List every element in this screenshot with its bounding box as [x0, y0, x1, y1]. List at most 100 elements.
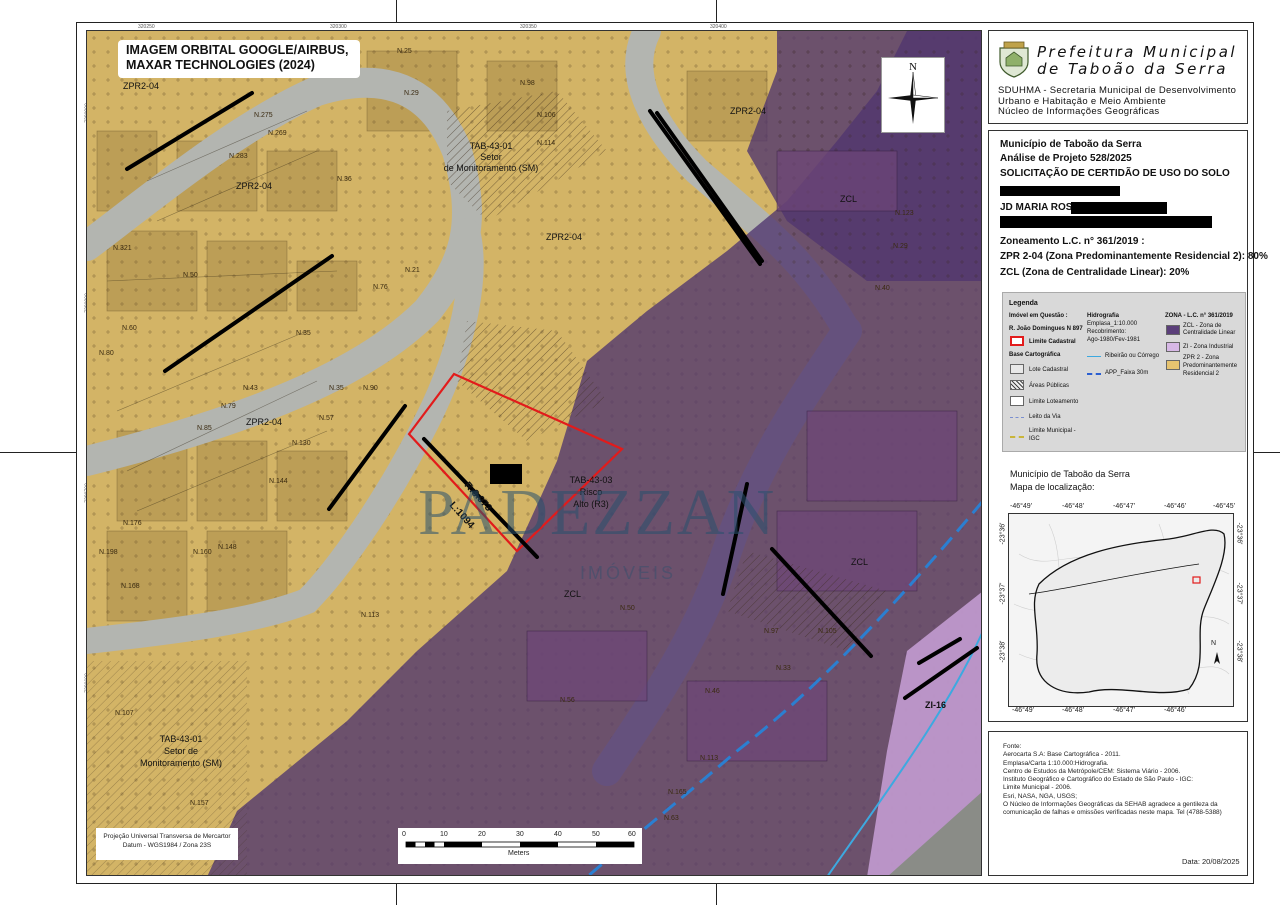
lat-tick: -23°36': [1235, 522, 1243, 545]
lot-number: N.29: [404, 90, 419, 97]
lat-tick: -23°38': [1235, 640, 1243, 663]
legend-label: ZI - Zona Industrial: [1183, 344, 1234, 350]
legend-label: APP_Faixa 30m: [1105, 370, 1149, 376]
lot-number: N.33: [776, 665, 791, 672]
watermark: PADEZZAN: [418, 476, 777, 549]
legend-label: IGC: [1029, 436, 1040, 442]
lon-tick: -46°48': [1062, 707, 1085, 714]
zoning-zpr-share: ZPR 2-04 (Zona Predominantemente Residen…: [1000, 251, 1268, 262]
redaction-block: [1000, 186, 1120, 196]
lot-number: N.36: [337, 176, 352, 183]
lon-tick: -46°46': [1164, 707, 1187, 714]
lot-number: N.113: [361, 612, 380, 619]
lot-number: N.85: [197, 425, 212, 432]
department-info: SDUHMA - Secretaria Municipal de Desenvo…: [998, 85, 1236, 118]
source-line: Instituto Geográfico e Cartográfico do E…: [1003, 776, 1194, 784]
projection-info: Projeção Universal Transversa de Mercart…: [96, 828, 238, 860]
zoning-zcl-share: ZCL (Zona de Centralidade Linear): 20%: [1000, 267, 1190, 278]
source-line: O Núcleo de Informações Geográficas da S…: [1003, 801, 1218, 809]
legend-label: Áreas Públicas: [1029, 383, 1070, 389]
lot-number: N.90: [363, 385, 378, 392]
lot-number: N.57: [319, 415, 334, 422]
lot-number: N.144: [269, 478, 288, 485]
lot-number: N.50: [183, 272, 198, 279]
fold-line: [0, 452, 76, 453]
map-legend: Legenda Imóvel em Questão : R. João Domi…: [1002, 292, 1246, 452]
location-map[interactable]: N: [1008, 513, 1234, 707]
scale-unit: Meters: [508, 850, 530, 857]
lot-number: N.97: [764, 628, 779, 635]
legend-zpr-swatch: [1166, 360, 1180, 370]
source-line: Fonte:: [1003, 743, 1022, 750]
lot-number: N.79: [221, 403, 236, 410]
lot-number: N.113: [700, 755, 719, 762]
map-date: Data: 20/08/2025: [1182, 857, 1240, 866]
legend-stream-line: [1087, 356, 1101, 357]
lat-tick: -23°38': [999, 640, 1007, 663]
project-analysis: Análise de Projeto 528/2025: [1000, 153, 1132, 164]
datum-line: Datum - WGS1984 / Zona 23S: [122, 842, 212, 849]
lot-number: N.165: [668, 789, 687, 796]
title-line: Prefeitura Municipal: [1037, 43, 1238, 61]
lon-tick: -46°49': [1010, 503, 1033, 510]
location-subtitle: Mapa de localização:: [1010, 482, 1095, 492]
zoning-law: Zoneamento L.C. n° 361/2019 :: [1000, 236, 1145, 247]
legend-label: Centralidade Linear: [1183, 330, 1236, 336]
legend-title: Legenda: [1009, 300, 1038, 307]
sector-name: de Monitoramento (SM): [443, 163, 539, 173]
sector-type: Setor de: [163, 746, 199, 756]
scale-bar: 0 10 20 30 40 50 60 Meters: [398, 828, 642, 864]
location-north-label: N: [1211, 640, 1217, 647]
lot-number: N.283: [229, 153, 248, 160]
source-line: Esri, NASA, NGA, USGS;: [1003, 792, 1078, 800]
fold-line: [716, 0, 717, 22]
legend-label: ZPR 2 - Zona: [1183, 355, 1220, 361]
lot-number: N.198: [99, 549, 118, 556]
legend-hydro-coverage: Recobrimento:: [1087, 329, 1127, 335]
north-arrow: N: [881, 57, 945, 133]
source-line: Limite Municipal - 2006.: [1003, 784, 1072, 792]
sector-label-bottom: TAB-43-01 Setor de Monitoramento (SM): [126, 733, 236, 769]
zone-label: ZPR2-04: [236, 181, 273, 191]
lot-number: N.35: [296, 330, 311, 337]
municipality-title: Prefeitura Municipal de Taboão da Serra: [1037, 44, 1237, 78]
watermark-subtitle: IMÓVEIS: [580, 563, 677, 583]
lot-number: N.130: [292, 440, 311, 447]
lon-tick: -46°48': [1062, 503, 1085, 510]
legend-label: Ribeirão ou Córrego: [1105, 353, 1160, 359]
lot-number: N.275: [254, 112, 273, 119]
compass-rose-icon: [888, 71, 939, 124]
sector-code: TAB-43-01: [159, 734, 203, 744]
lot-number: N.50: [620, 605, 635, 612]
legend-hydro-source: Emplasa_1:10.000: [1087, 321, 1138, 327]
legend-label: Lote Cadastral: [1029, 367, 1069, 373]
lot-number: N.148: [218, 544, 237, 551]
legend-subdivision-swatch: [1010, 396, 1024, 406]
zone-label: ZI-16: [925, 700, 947, 710]
lon-tick: -46°47': [1113, 707, 1136, 714]
scale-tick: 20: [478, 831, 486, 838]
zone-label: ZPR2-04: [730, 106, 767, 116]
legend-property-heading: Imóvel em Questão :: [1009, 313, 1068, 319]
lat-tick: -23°37': [1235, 582, 1243, 605]
sector-type: Setor: [480, 152, 502, 162]
title-line: de Taboão da Serra: [1037, 60, 1228, 78]
lon-tick: -46°46': [1164, 503, 1187, 510]
lot-number: N.80: [99, 350, 114, 357]
lot-number: N.176: [123, 520, 142, 527]
lat-tick: -23°36': [999, 522, 1007, 545]
redaction-block: [1000, 216, 1212, 228]
scale-tick: 60: [628, 831, 636, 838]
legend-zi-swatch: [1166, 342, 1180, 352]
lot-number: N.98: [520, 80, 535, 87]
legend-parcel-swatch: [1010, 336, 1024, 346]
zone-label: ZCL: [564, 589, 582, 599]
legend-base-heading: Base Cartográfica: [1009, 352, 1061, 358]
lot-number: N.269: [268, 130, 287, 137]
fold-line: [396, 0, 397, 22]
project-request: SOLICITAÇÃO DE CERTIDÃO DE USO DO SOLO: [1000, 168, 1230, 179]
source-line: comunicação de falhas e omissões verific…: [1003, 809, 1222, 817]
lot-number: N.35: [329, 385, 344, 392]
legend-label: Limite Cadastral: [1029, 339, 1076, 345]
project-neighborhood: JD MARIA ROSA: [1000, 202, 1080, 213]
